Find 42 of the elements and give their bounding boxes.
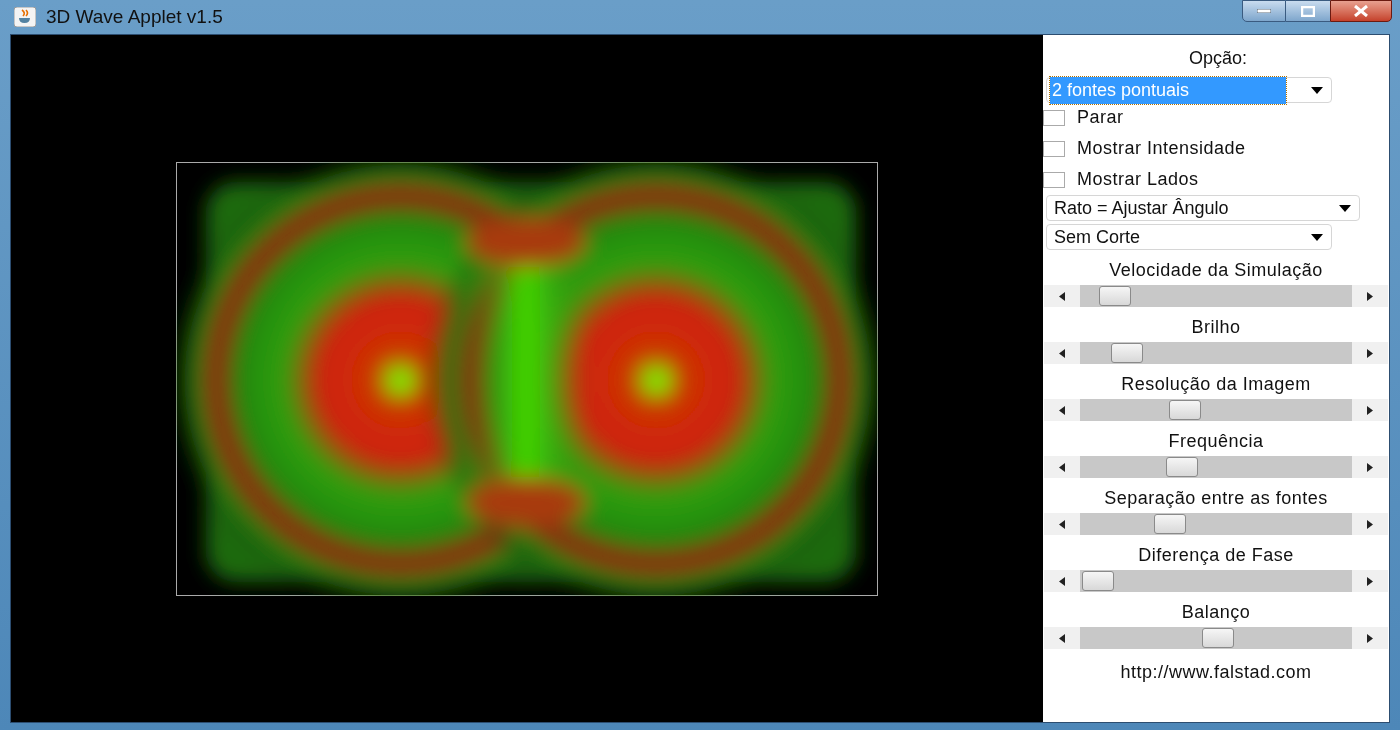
checkbox[interactable] [1043, 109, 1065, 126]
scrollbar[interactable] [1044, 627, 1388, 649]
scrollbar[interactable] [1044, 513, 1388, 535]
scrollbar-thumb[interactable] [1099, 286, 1132, 306]
window-title: 3D Wave Applet v1.5 [46, 4, 223, 29]
minimize-button[interactable] [1242, 0, 1286, 22]
maximize-button[interactable] [1286, 0, 1330, 22]
maximize-icon [1301, 5, 1315, 17]
scrollbar[interactable] [1044, 342, 1388, 364]
caret-icon [1311, 86, 1323, 94]
slider-label: Balanço [1181, 601, 1251, 624]
scrollbar-thumb[interactable] [1168, 400, 1201, 420]
scrollbar-thumb[interactable] [1111, 343, 1144, 363]
slider-label: Frequência [1168, 430, 1264, 453]
slider-label: Velocidade da Simulação [1109, 259, 1323, 282]
slider-label: Resolução da Imagem [1121, 373, 1311, 396]
scrollbar-thumb[interactable] [1082, 571, 1115, 591]
checkbox-label: Mostrar Intensidade [1077, 137, 1246, 160]
scrollbar[interactable] [1044, 285, 1388, 307]
close-icon [1353, 5, 1369, 17]
option-label: Opção: [1187, 47, 1248, 70]
scrollbar-thumb[interactable] [1202, 628, 1235, 648]
dropdown[interactable]: Sem Corte [1046, 224, 1332, 250]
checkbox-label: Mostrar Lados [1077, 168, 1199, 191]
checkbox[interactable] [1043, 140, 1065, 157]
close-button[interactable] [1330, 0, 1392, 22]
coffee-cup-icon [14, 7, 36, 27]
caret-icon [1339, 204, 1351, 212]
scrollbar[interactable] [1044, 399, 1388, 421]
website-link[interactable]: http://www.falstad.com [1043, 659, 1389, 686]
scrollbar-thumb[interactable] [1166, 457, 1199, 477]
minimize-icon [1257, 9, 1271, 13]
checkbox-label: Parar [1077, 106, 1124, 129]
slider-label: Diferença de Fase [1138, 544, 1294, 567]
scrollbar[interactable] [1044, 570, 1388, 592]
slider-label: Brilho [1191, 316, 1241, 339]
slider-label: Separação entre as fontes [1104, 487, 1328, 510]
dropdown[interactable]: Rato = Ajustar Ângulo [1046, 195, 1360, 221]
checkbox[interactable] [1043, 171, 1065, 188]
scrollbar-thumb[interactable] [1154, 514, 1187, 534]
caret-icon [1311, 233, 1323, 241]
scrollbar[interactable] [1044, 456, 1388, 478]
